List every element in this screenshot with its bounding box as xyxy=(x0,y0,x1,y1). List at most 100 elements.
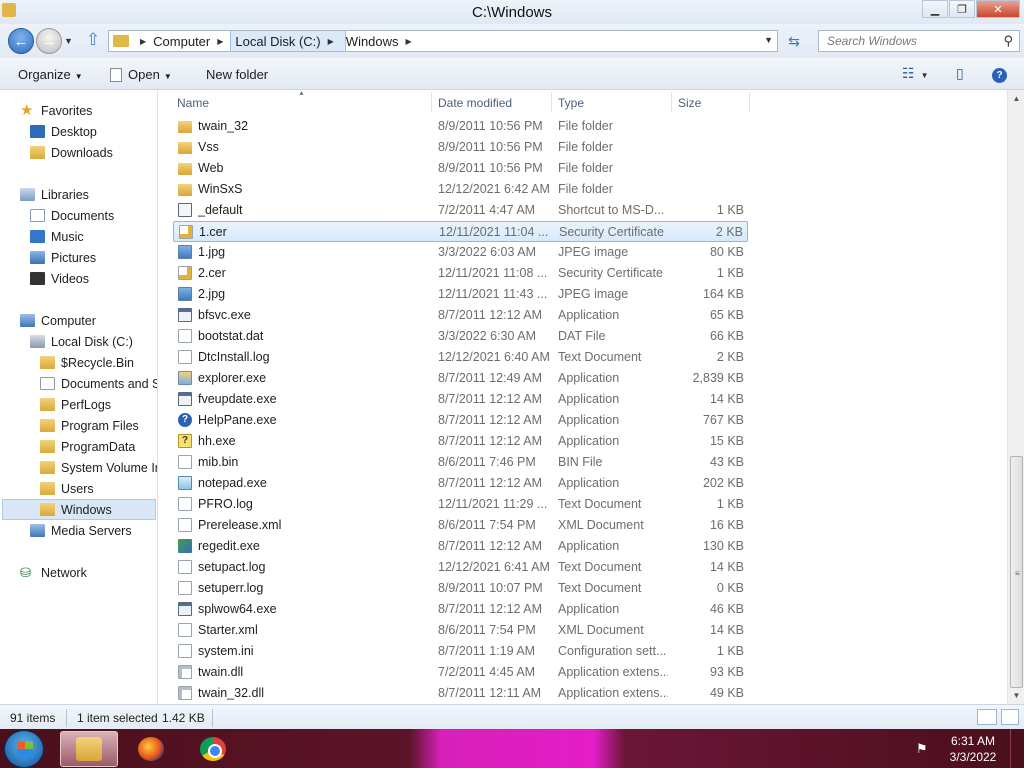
close-button[interactable]: ✕ xyxy=(976,0,1020,18)
file-row[interactable]: 1.cer 12/11/2021 11:04 ... Security Certif… xyxy=(173,221,748,242)
sidebar-item-perflogs[interactable]: PerfLogs xyxy=(40,394,111,415)
file-row[interactable]: explorer.exe 8/7/2011 12:49 AM Application… xyxy=(173,368,748,389)
file-row[interactable]: PFRO.log 12/11/2021 11:29 ... Text Documen… xyxy=(173,494,748,515)
recent-pages-dropdown[interactable]: ▼ xyxy=(64,36,73,46)
file-row[interactable]: ? hh.exe 8/7/2011 12:12 AM Application 15 KB xyxy=(173,431,748,452)
file-row[interactable]: Vss 8/9/2011 10:56 PM File folder xyxy=(173,137,748,158)
breadcrumb-local-disk[interactable]: Local Disk (C:) ▶ xyxy=(230,31,346,51)
file-row[interactable]: bootstat.dat 3/3/2022 6:30 AM DAT File 66 K… xyxy=(173,326,748,347)
breadcrumb-separator[interactable]: ▶ xyxy=(133,31,153,51)
forward-button[interactable]: → xyxy=(36,28,62,54)
details-view-button[interactable] xyxy=(977,709,997,725)
sidebar-item-documents[interactable]: Documents xyxy=(30,205,114,226)
refresh-button[interactable]: ⇆ xyxy=(782,30,806,52)
taskbar-chrome[interactable] xyxy=(184,731,242,767)
taskbar-explorer[interactable] xyxy=(60,731,118,767)
file-row[interactable]: DtcInstall.log 12/12/2021 6:40 AM Text Doc… xyxy=(173,347,748,368)
file-row[interactable]: twain_32.dll 8/7/2011 12:11 AM Application… xyxy=(173,683,748,704)
file-row[interactable]: WinSxS 12/12/2021 6:42 AM File folder xyxy=(173,179,748,200)
sidebar-item-media-servers[interactable]: Media Servers xyxy=(30,520,132,541)
sidebar-item-users[interactable]: Users xyxy=(40,478,94,499)
breadcrumb-windows[interactable]: Windows ▶ xyxy=(346,31,419,51)
column-header-date[interactable]: Date modified xyxy=(438,96,512,110)
column-divider[interactable] xyxy=(749,92,750,112)
minimize-button[interactable]: ▁ xyxy=(922,0,948,18)
preview-pane-button[interactable]: ▯ xyxy=(956,65,964,82)
folder-icon xyxy=(113,35,129,47)
sidebar-network[interactable]: ⛁ Network xyxy=(20,562,87,583)
up-button[interactable]: ⇧ xyxy=(86,30,100,50)
file-row[interactable]: setuperr.log 8/9/2011 10:07 PM Text Docume… xyxy=(173,578,748,599)
chevron-right-icon[interactable]: ▶ xyxy=(399,37,419,46)
chevron-right-icon[interactable]: ▶ xyxy=(321,37,341,46)
back-button[interactable]: ← xyxy=(8,28,34,54)
chevron-right-icon[interactable]: ▶ xyxy=(210,37,230,46)
file-row[interactable]: Prerelease.xml 8/6/2011 7:54 PM XML Docume… xyxy=(173,515,748,536)
sidebar-item-windows[interactable]: Windows xyxy=(2,499,156,520)
file-row[interactable]: Web 8/9/2011 10:56 PM File folder xyxy=(173,158,748,179)
column-header-type[interactable]: Type xyxy=(558,96,584,110)
column-divider[interactable] xyxy=(671,92,672,112)
column-divider[interactable] xyxy=(551,92,552,112)
scroll-up-button[interactable]: ▲ xyxy=(1008,90,1024,107)
file-row[interactable]: ? HelpPane.exe 8/7/2011 12:12 AM Applicatio… xyxy=(173,410,748,431)
search-input[interactable]: Search Windows ⚲ xyxy=(818,30,1020,52)
file-size: 1 KB xyxy=(716,203,744,217)
sidebar-item-music[interactable]: Music xyxy=(30,226,84,247)
sidebar-item-desktop[interactable]: Desktop xyxy=(30,121,97,142)
address-history-dropdown[interactable]: ▼ xyxy=(764,35,773,45)
open-button[interactable]: Open ▼ xyxy=(110,67,172,82)
file-row[interactable]: notepad.exe 8/7/2011 12:12 AM Application 2… xyxy=(173,473,748,494)
sidebar-item-local-disk[interactable]: Local Disk (C:) xyxy=(30,331,133,352)
taskbar-firefox[interactable] xyxy=(122,731,180,767)
file-row[interactable]: twain_32 8/9/2011 10:56 PM File folder xyxy=(173,116,748,137)
address-bar[interactable]: ▶ Computer ▶ Local Disk (C:) ▶ Windows ▶ ▼ xyxy=(108,30,778,52)
file-date-modified: 7/2/2011 4:47 AM xyxy=(438,203,536,217)
help-button[interactable]: ? xyxy=(992,65,1007,83)
change-view-button[interactable]: ☷ ▼ xyxy=(902,65,928,82)
scroll-down-button[interactable]: ▼ xyxy=(1008,687,1024,704)
column-header-name[interactable]: Name xyxy=(177,96,209,110)
column-header-size[interactable]: Size xyxy=(678,96,701,110)
sidebar-item-programdata[interactable]: ProgramData xyxy=(40,436,135,457)
action-center-icon[interactable]: ⚑ xyxy=(916,741,928,757)
sidebar-item-documents-and-settings[interactable]: Documents and Se xyxy=(40,373,157,394)
vertical-scrollbar[interactable]: ▲ ≡ ▼ xyxy=(1007,90,1024,704)
file-row[interactable]: Starter.xml 8/6/2011 7:54 PM XML Document 1… xyxy=(173,620,748,641)
start-button[interactable] xyxy=(4,730,44,768)
file-row[interactable]: system.ini 8/7/2011 1:19 AM Configuration … xyxy=(173,641,748,662)
new-folder-button[interactable]: New folder xyxy=(206,67,268,82)
sidebar-item-downloads[interactable]: Downloads xyxy=(30,142,113,163)
sidebar-item-videos[interactable]: Videos xyxy=(30,268,89,289)
breadcrumb-computer[interactable]: Computer ▶ xyxy=(153,31,230,51)
sidebar-computer[interactable]: Computer xyxy=(20,310,96,331)
file-size: 66 KB xyxy=(709,329,744,343)
file-row[interactable]: splwow64.exe 8/7/2011 12:12 AM Application… xyxy=(173,599,748,620)
file-row[interactable]: bfsvc.exe 8/7/2011 12:12 AM Application 65 … xyxy=(173,305,748,326)
file-row[interactable]: 1.jpg 3/3/2022 6:03 AM JPEG image 80 KB xyxy=(173,242,748,263)
search-icon[interactable]: ⚲ xyxy=(1003,33,1013,49)
sidebar-item-pictures[interactable]: Pictures xyxy=(30,247,96,268)
file-row[interactable]: mib.bin 8/6/2011 7:46 PM BIN File 43 KB xyxy=(173,452,748,473)
column-divider[interactable] xyxy=(431,92,432,112)
large-icons-view-button[interactable] xyxy=(1001,709,1019,725)
file-row[interactable]: _default 7/2/2011 4:47 AM Shortcut to MS-D… xyxy=(173,200,748,221)
sidebar-favorites[interactable]: ★ Favorites xyxy=(20,100,92,121)
reg-icon xyxy=(178,539,192,553)
file-list: twain_32 8/9/2011 10:56 PM File folder Vss 8… xyxy=(159,116,1007,704)
sidebar-item-recycle-bin[interactable]: $Recycle.Bin xyxy=(40,352,134,373)
sidebar-libraries[interactable]: Libraries xyxy=(20,184,89,205)
file-row[interactable]: twain.dll 7/2/2011 4:45 AM Application ext… xyxy=(173,662,748,683)
show-desktop-button[interactable] xyxy=(1010,729,1024,768)
file-row[interactable]: regedit.exe 8/7/2011 12:12 AM Application 1… xyxy=(173,536,748,557)
file-row[interactable]: setupact.log 12/12/2021 6:41 AM Text Docum… xyxy=(173,557,748,578)
organize-button[interactable]: Organize ▼ xyxy=(18,67,83,82)
file-row[interactable]: fveupdate.exe 8/7/2011 12:12 AM Applicatio… xyxy=(173,389,748,410)
taskbar-clock[interactable]: 6:31 AM 3/3/2022 xyxy=(940,733,1006,765)
file-row[interactable]: 2.jpg 12/11/2021 11:43 ... JPEG image 164 K… xyxy=(173,284,748,305)
sidebar-item-program-files[interactable]: Program Files xyxy=(40,415,139,436)
maximize-button[interactable]: ❐ xyxy=(949,0,975,18)
file-row[interactable]: 2.cer 12/11/2021 11:08 ... Security Certif… xyxy=(173,263,748,284)
scrollbar-thumb[interactable]: ≡ xyxy=(1010,456,1023,688)
sidebar-item-system-volume-information[interactable]: System Volume In xyxy=(40,457,157,478)
